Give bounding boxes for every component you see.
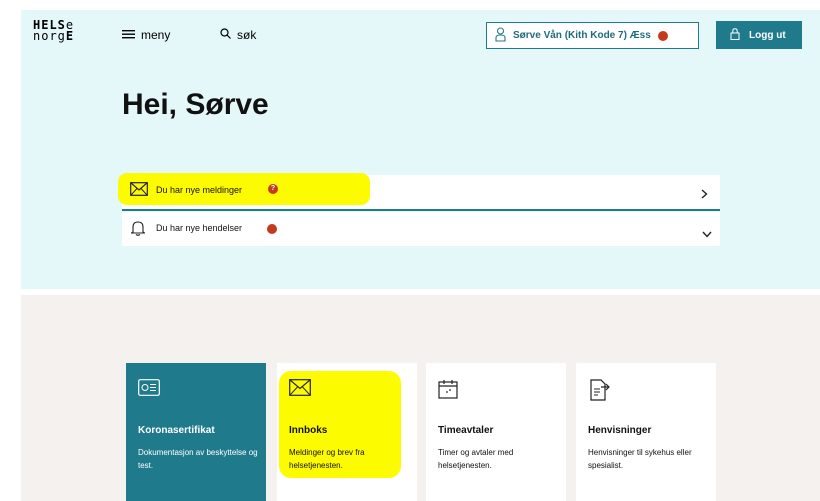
envelope-icon <box>130 182 148 201</box>
notification-badge: ? <box>268 184 278 194</box>
tile-koronasertifikat[interactable]: Koronasertifikat Dokumentasjon av beskyt… <box>126 363 266 501</box>
notification-badge <box>267 224 277 234</box>
lock-icon <box>730 27 740 43</box>
tile-title: Koronasertifikat <box>138 425 215 436</box>
envelope-icon <box>289 379 311 401</box>
search-icon <box>220 28 231 42</box>
logo-line-2: norgE <box>33 29 75 43</box>
notification-label: Du har nye hendelser <box>156 223 243 233</box>
helsenorge-logo[interactable]: HELSe norgE <box>33 19 75 43</box>
tile-title: Timeavtaler <box>438 425 494 436</box>
menu-button[interactable]: meny <box>122 28 170 42</box>
user-name: Sørve Vån (Kith Kode 7) Æss <box>513 30 651 41</box>
page-title: Hei, Sørve <box>122 88 269 121</box>
logout-label: Logg ut <box>749 29 786 41</box>
tile-description: Meldinger og brev fra helsetjenesten. <box>289 448 365 470</box>
hero-section <box>21 10 820 289</box>
calendar-icon <box>438 379 458 404</box>
user-icon <box>495 26 506 45</box>
tile-description: Timer og avtaler med helsetjenesten. <box>438 448 514 470</box>
tile-henvisninger[interactable]: Henvisninger Henvisninger til sykehus el… <box>576 363 716 501</box>
notification-label: Du har nye meldinger <box>156 185 243 195</box>
search-label: søk <box>237 28 257 42</box>
search-button[interactable]: søk <box>220 28 256 42</box>
tile-description: Dokumentasjon av beskyttelse og test. <box>138 448 258 470</box>
user-alert-badge <box>657 30 668 41</box>
chevron-right-icon[interactable] <box>701 186 708 204</box>
notification-divider <box>122 209 720 211</box>
chevron-down-icon[interactable] <box>702 225 712 243</box>
menu-label: meny <box>141 28 171 42</box>
user-profile-button[interactable]: Sørve Vån (Kith Kode 7) Æss <box>486 22 699 49</box>
tile-title: Henvisninger <box>588 425 652 436</box>
tile-description: Henvisninger til sykehus eller spesialis… <box>588 448 692 470</box>
notification-events[interactable]: Du har nye hendelser <box>122 212 720 246</box>
tile-title: Innboks <box>289 425 328 436</box>
tile-innboks[interactable]: Innboks Meldinger og brev fra helsetjene… <box>277 363 417 501</box>
bell-icon <box>129 220 147 241</box>
hamburger-icon <box>122 28 135 42</box>
certificate-icon <box>138 379 160 401</box>
tile-timeavtaler[interactable]: Timeavtaler Timer og avtaler med helsetj… <box>426 363 566 501</box>
referral-document-icon <box>588 379 610 406</box>
logout-button[interactable]: Logg ut <box>716 21 802 49</box>
